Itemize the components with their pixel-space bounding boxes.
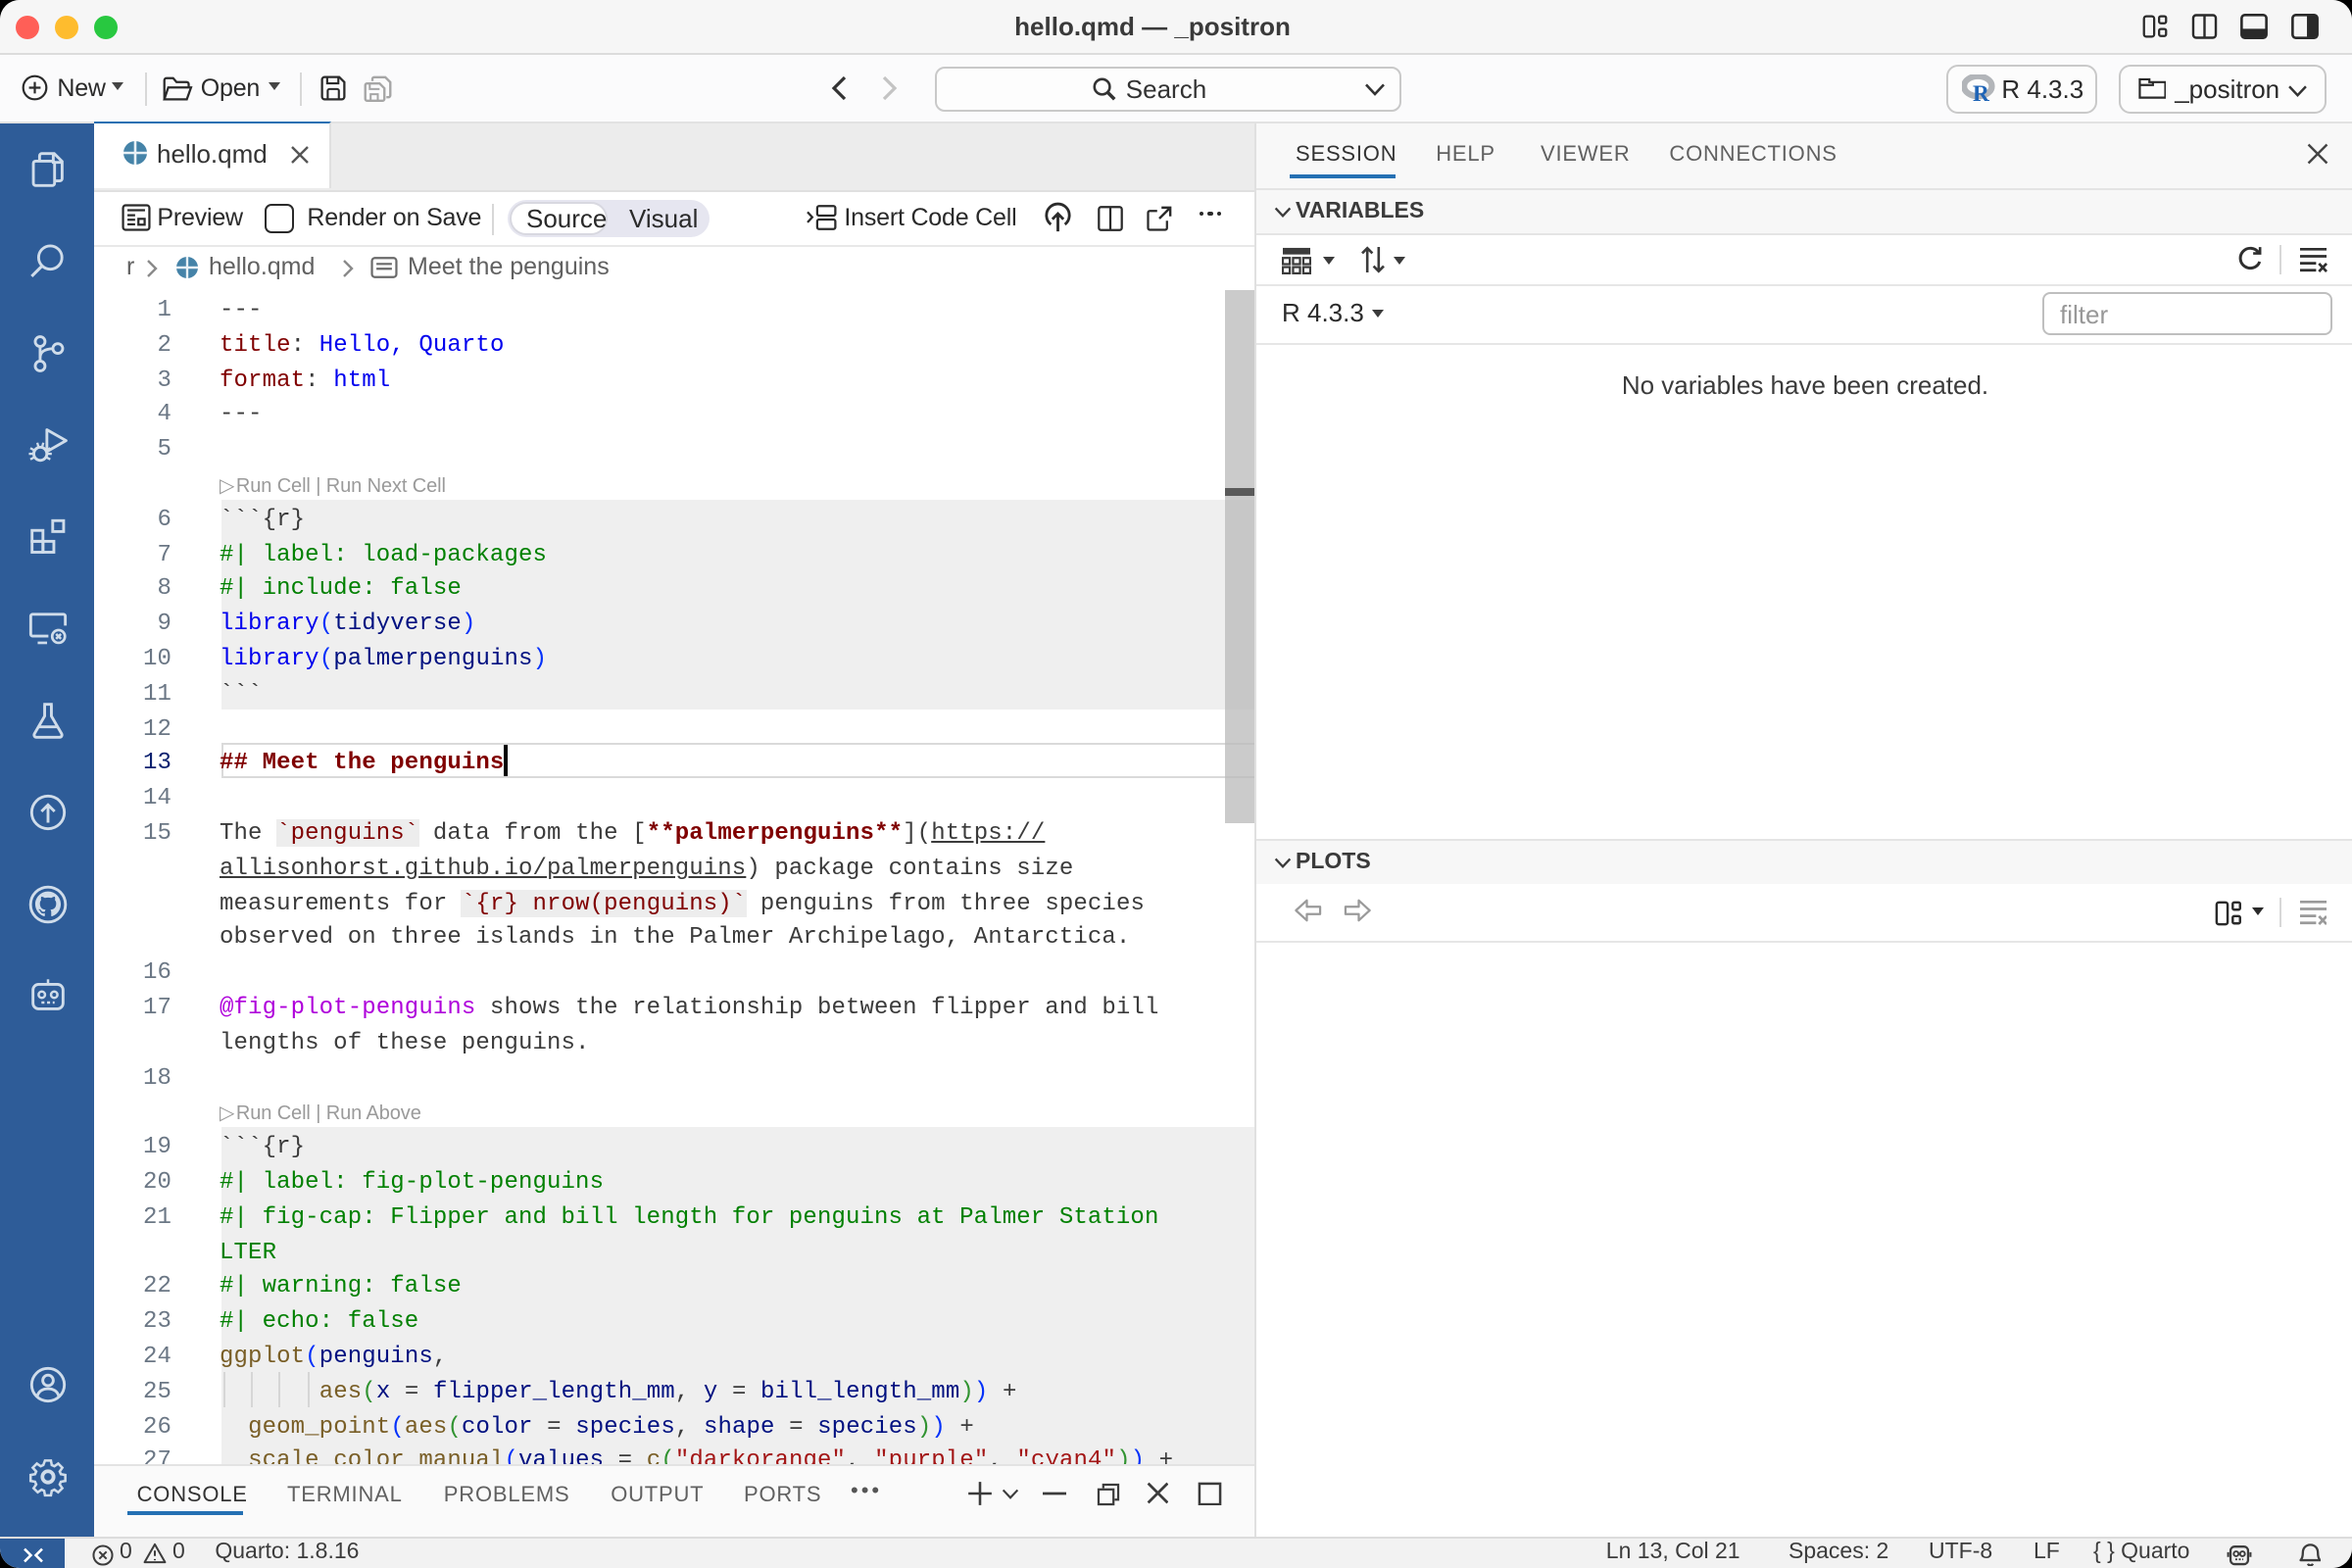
svg-text:R: R xyxy=(1972,81,1989,103)
